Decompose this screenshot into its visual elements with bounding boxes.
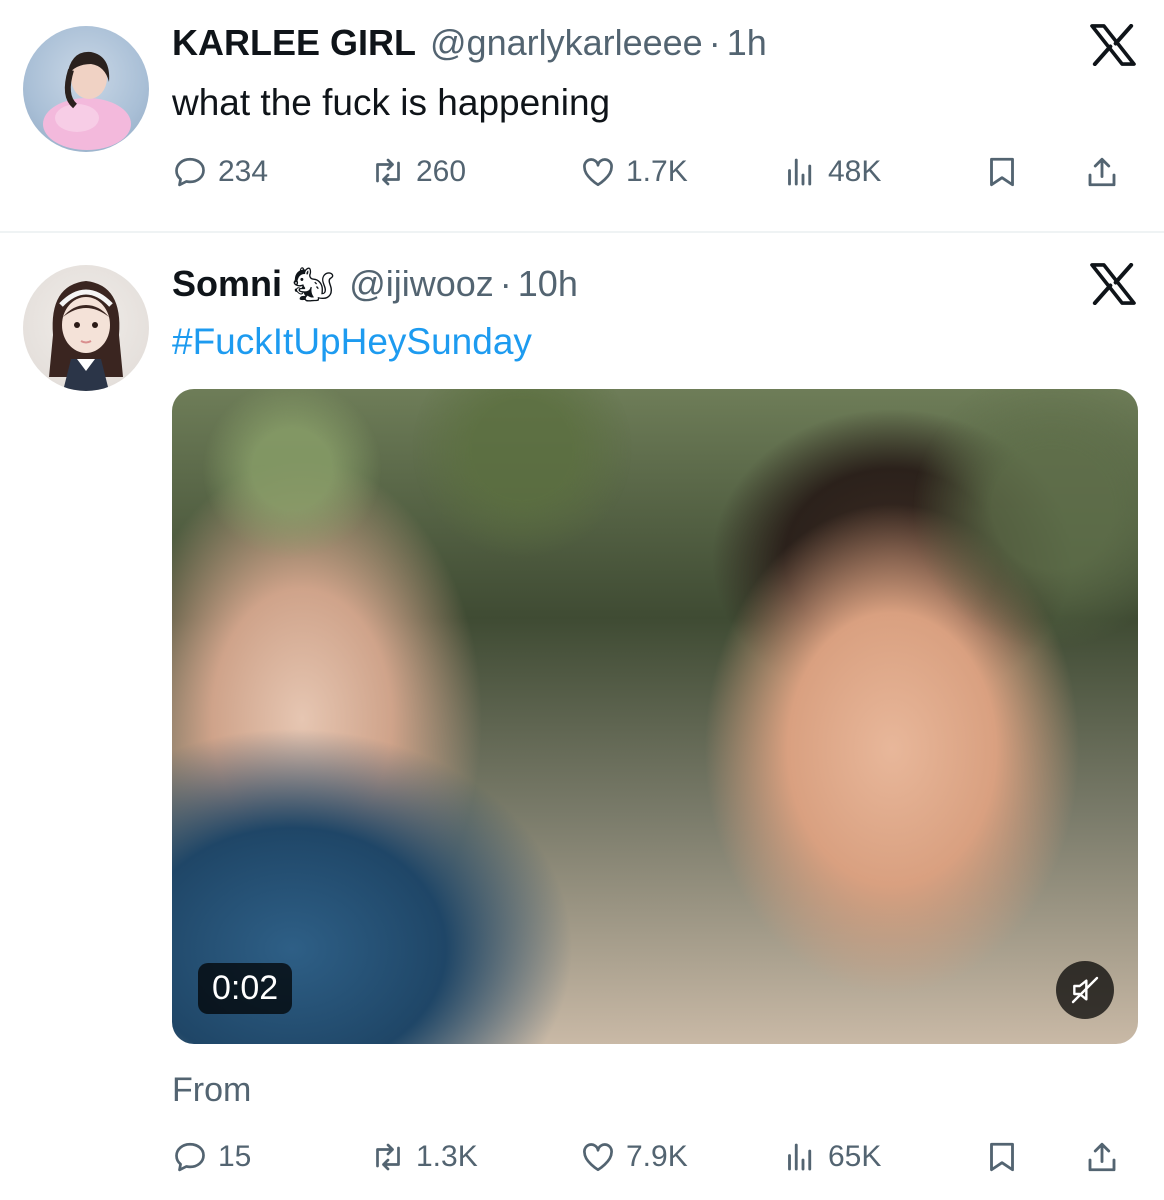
retweet-button[interactable]: 260 xyxy=(370,150,466,194)
retweet-icon xyxy=(376,1143,400,1171)
video-player[interactable]: 0:02 xyxy=(172,389,1138,1044)
retweet-icon xyxy=(376,158,400,186)
reply-button[interactable]: 234 xyxy=(172,150,268,194)
like-icon xyxy=(583,1143,613,1172)
view-count: 65K xyxy=(828,1140,882,1173)
views-button[interactable]: 48K xyxy=(782,150,881,194)
bookmark-button[interactable] xyxy=(984,1135,1020,1179)
view-count: 48K xyxy=(828,155,882,188)
from-label: From xyxy=(172,1071,252,1109)
mute-button[interactable] xyxy=(1056,961,1114,1019)
tweet[interactable]: KARLEE GIRL @gnarlykarleeee · 1h what th… xyxy=(0,0,1164,232)
video-frame xyxy=(172,389,1138,689)
views-button[interactable]: 65K xyxy=(782,1135,881,1179)
avatar[interactable] xyxy=(23,265,149,391)
share-icon xyxy=(1088,1142,1116,1172)
bookmark-button[interactable] xyxy=(984,150,1020,194)
x-logo-icon xyxy=(1090,263,1136,305)
tweet-header: KARLEE GIRL @gnarlykarleeee · 1h xyxy=(172,22,767,64)
display-name[interactable]: KARLEE GIRL xyxy=(172,22,416,64)
action-bar: 234 260 1.7K 48K xyxy=(172,150,1134,194)
retweet-button[interactable]: 1.3K xyxy=(370,1135,478,1179)
tweet[interactable]: Somni 🐿 @ijiwooz · 10h #FuckItUpHeySunda… xyxy=(0,233,1164,1200)
share-icon xyxy=(1088,157,1116,187)
reply-count: 15 xyxy=(218,1140,252,1173)
action-bar: 15 1.3K 7.9K 65K xyxy=(172,1135,1134,1179)
like-button[interactable]: 1.7K xyxy=(580,150,688,194)
chipmunk-emoji: 🐿 xyxy=(292,266,336,304)
bookmark-icon xyxy=(990,1142,1014,1172)
user-handle[interactable]: @ijiwooz xyxy=(349,263,494,305)
like-count: 1.7K xyxy=(626,155,688,188)
x-logo-icon xyxy=(1090,24,1136,66)
views-icon xyxy=(788,158,812,186)
video-timestamp: 0:02 xyxy=(198,963,293,1014)
views-icon xyxy=(788,1143,812,1171)
hashtag-link[interactable]: #FuckItUpHeySunday xyxy=(172,321,532,363)
like-button[interactable]: 7.9K xyxy=(580,1135,688,1179)
user-handle[interactable]: @gnarlykarleeee xyxy=(430,22,703,64)
separator-dot: · xyxy=(499,263,512,304)
display-name[interactable]: Somni xyxy=(172,263,282,305)
mute-icon xyxy=(1071,976,1099,1004)
tweet-text: what the fuck is happening xyxy=(172,82,611,123)
like-count: 7.9K xyxy=(626,1140,688,1173)
reply-button[interactable]: 15 xyxy=(172,1135,251,1179)
avatar[interactable] xyxy=(23,26,149,152)
bookmark-icon xyxy=(990,157,1014,187)
share-button[interactable] xyxy=(1084,1135,1120,1179)
reply-count: 234 xyxy=(218,155,269,188)
timestamp[interactable]: 1h xyxy=(727,22,767,64)
retweet-count: 260 xyxy=(416,155,467,188)
tweet-header: Somni 🐿 @ijiwooz · 10h xyxy=(172,263,578,305)
reply-icon xyxy=(175,157,205,187)
like-icon xyxy=(583,158,613,187)
retweet-count: 1.3K xyxy=(416,1140,478,1173)
timestamp[interactable]: 10h xyxy=(518,263,578,305)
share-button[interactable] xyxy=(1084,150,1120,194)
reply-icon xyxy=(175,1142,205,1172)
separator-dot: · xyxy=(708,22,721,63)
